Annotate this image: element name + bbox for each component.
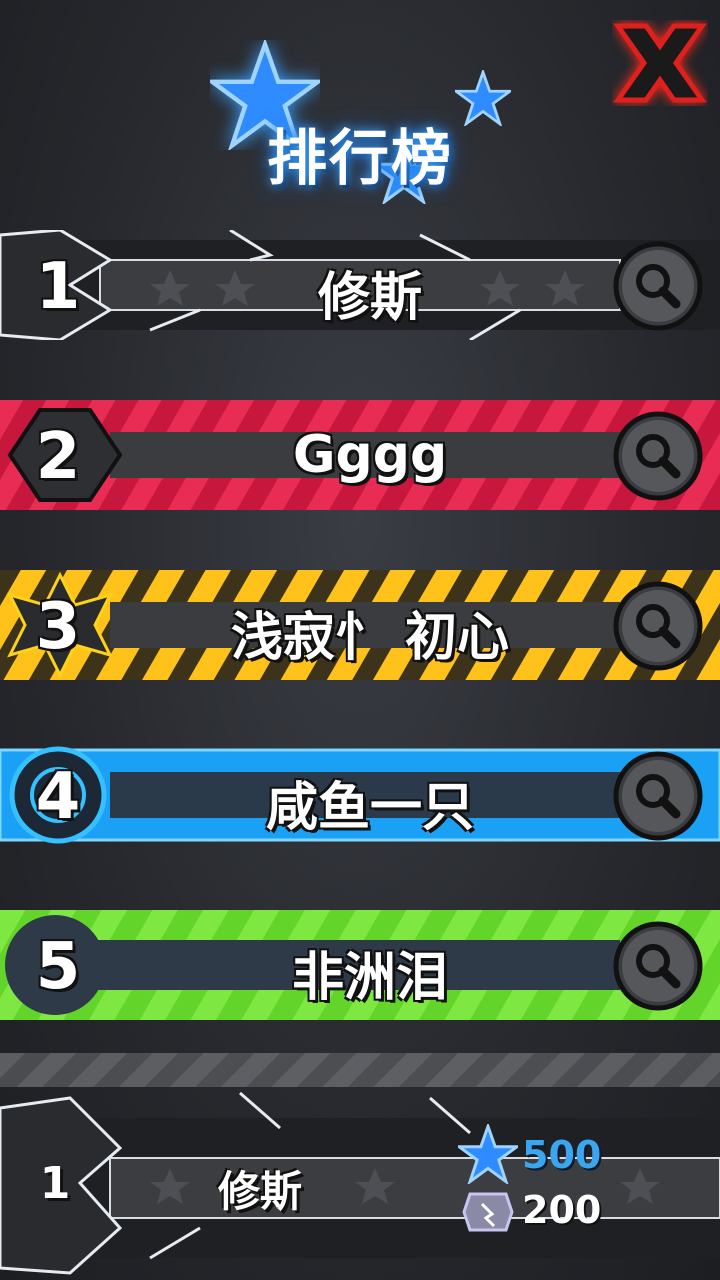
my-rank-row: 1 修斯 500 200 (0, 1088, 720, 1280)
close-x-icon (613, 23, 707, 103)
player-name: 浅寂忄 初心 (230, 608, 510, 668)
search-icon (613, 921, 703, 1011)
rank-number: 1 (35, 250, 81, 324)
rank-number: 4 (35, 760, 81, 834)
search-icon (613, 751, 703, 841)
my-stars-value: 500 (522, 1133, 602, 1177)
close-button[interactable] (612, 20, 708, 106)
inspect-button[interactable] (612, 750, 704, 842)
inspect-button[interactable] (612, 580, 704, 672)
player-name: 咸鱼一只 (265, 778, 474, 838)
search-icon (613, 581, 703, 671)
search-icon (613, 411, 703, 501)
rank-number: 2 (35, 420, 81, 494)
rank-number: 5 (35, 930, 81, 1004)
section-divider (0, 1053, 720, 1087)
leaderboard-row-2[interactable]: 2 Gggg (0, 380, 720, 530)
rank-number: 3 (35, 590, 81, 664)
my-rank-number: 1 (39, 1158, 71, 1209)
leaderboard-row-1[interactable]: 1 修斯 (0, 210, 720, 360)
leaderboard-row-4[interactable]: 4 咸鱼一只 (0, 720, 720, 870)
my-row-bar (0, 1091, 720, 1275)
star-icon (458, 1124, 518, 1184)
player-name: 非洲泪 (291, 948, 448, 1008)
my-gems-value: 200 (522, 1188, 602, 1232)
inspect-button[interactable] (612, 920, 704, 1012)
leaderboard-row-5[interactable]: 5 非洲泪 (0, 890, 720, 1040)
leaderboard-row-3[interactable]: 3 浅寂忄 初心 (0, 550, 720, 700)
player-name: Gggg (292, 425, 448, 485)
page-title: 排行榜 (267, 124, 453, 194)
search-icon (613, 241, 703, 331)
inspect-button[interactable] (612, 410, 704, 502)
player-name: 修斯 (317, 268, 422, 328)
gem-icon (462, 1192, 514, 1232)
inspect-button[interactable] (612, 240, 704, 332)
my-player-name: 修斯 (217, 1167, 302, 1216)
